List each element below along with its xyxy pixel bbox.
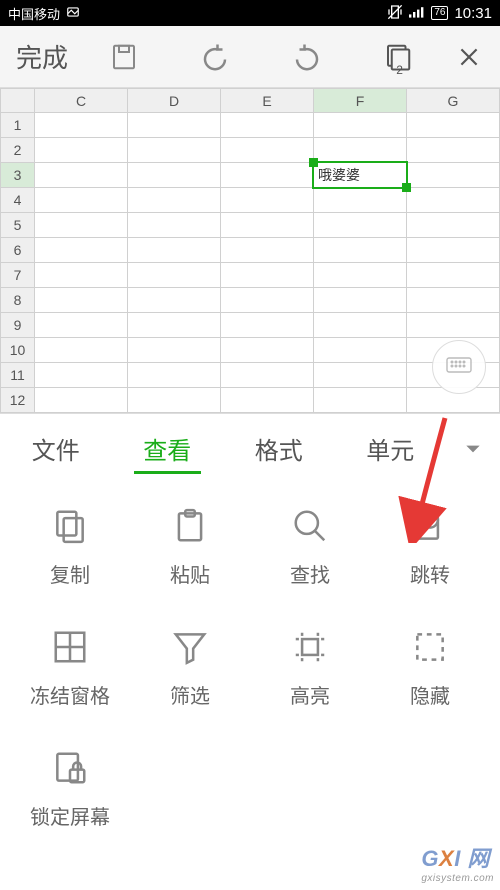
tool-find[interactable]: 查找	[250, 507, 370, 588]
tool-freeze[interactable]: 冻结窗格	[10, 628, 130, 709]
row-header[interactable]: 9	[1, 313, 35, 338]
tab-view[interactable]: 查看	[112, 417, 224, 480]
row-header[interactable]: 12	[1, 388, 35, 413]
row-header[interactable]: 6	[1, 238, 35, 263]
col-header[interactable]: G	[407, 89, 500, 113]
keyboard-button[interactable]	[432, 340, 486, 394]
undo-button[interactable]	[170, 42, 262, 72]
app-toolbar: 完成 2	[0, 26, 500, 88]
tool-filter[interactable]: 筛选	[130, 628, 250, 709]
row-header[interactable]: 5	[1, 213, 35, 238]
row-header[interactable]: 4	[1, 188, 35, 213]
tab-cell[interactable]: 单元	[335, 417, 447, 480]
done-button[interactable]: 完成	[6, 38, 78, 75]
tab-file[interactable]: 文件	[0, 417, 112, 480]
tool-hide[interactable]: 隐藏	[370, 628, 490, 709]
col-header[interactable]: E	[221, 89, 314, 113]
vibrate-icon	[387, 4, 403, 23]
spreadsheet[interactable]: C D E F G 1 2 3 哦婆婆 4 5 6 7 8 9 10 11	[0, 88, 500, 413]
tool-panel: 复制 粘贴 查找 跳转 冻结窗格 筛选 高亮 隐藏	[0, 483, 500, 880]
redo-button[interactable]	[261, 42, 353, 72]
tool-copy[interactable]: 复制	[10, 507, 130, 588]
bottom-tabs: 文件 查看 格式 单元	[0, 413, 500, 483]
watermark: GXI 网 gxisystem.com	[421, 841, 494, 884]
corner-cell[interactable]	[1, 89, 35, 113]
clock: 10:31	[454, 5, 492, 22]
carrier-label: 中国移动	[8, 4, 60, 23]
status-bar: 中国移动 76 10:31	[0, 0, 500, 26]
tool-paste[interactable]: 粘贴	[130, 507, 250, 588]
save-button[interactable]	[78, 42, 170, 72]
tool-goto[interactable]: 跳转	[370, 507, 490, 588]
row-header[interactable]: 8	[1, 288, 35, 313]
tool-lock-screen[interactable]: 锁定屏幕	[10, 749, 130, 830]
cell-value: 哦婆婆	[314, 165, 406, 185]
tab-format[interactable]: 格式	[223, 417, 335, 480]
row-header[interactable]: 2	[1, 138, 35, 163]
battery-indicator: 76	[431, 6, 448, 20]
selected-cell[interactable]: 哦婆婆	[314, 163, 407, 188]
row-header[interactable]: 1	[1, 113, 35, 138]
row-header[interactable]: 10	[1, 338, 35, 363]
tabs-more-button[interactable]	[446, 439, 500, 459]
col-header[interactable]: D	[128, 89, 221, 113]
row-header-active[interactable]: 3	[1, 163, 35, 188]
tool-highlight[interactable]: 高亮	[250, 628, 370, 709]
row-header[interactable]: 7	[1, 263, 35, 288]
docs-badge: 2	[396, 63, 403, 77]
signal-icon	[409, 5, 425, 22]
selection-handle-br[interactable]	[402, 183, 411, 192]
row-header[interactable]: 11	[1, 363, 35, 388]
screenshot-icon	[66, 5, 80, 22]
col-header[interactable]: C	[35, 89, 128, 113]
selection-handle-tl[interactable]	[309, 158, 318, 167]
close-button[interactable]	[444, 44, 494, 70]
docs-button[interactable]: 2	[353, 42, 445, 72]
col-header-active[interactable]: F	[314, 89, 407, 113]
